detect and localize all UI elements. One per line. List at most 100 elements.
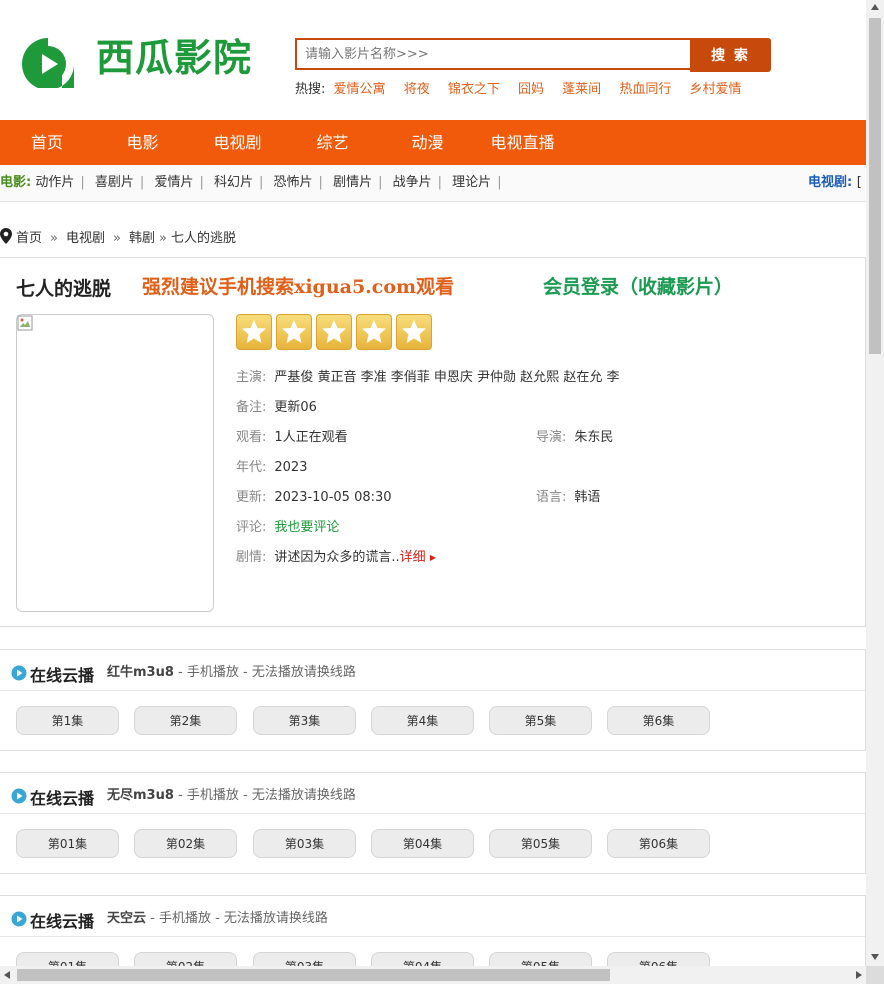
play-source: 无尽m3u8 - 手机播放 - 无法播放请换线路 <box>107 784 356 803</box>
vertical-scroll-thumb[interactable] <box>869 18 881 354</box>
episode-button[interactable]: 第2集 <box>134 706 237 735</box>
divider: | <box>259 175 264 190</box>
broken-image-icon <box>17 315 33 331</box>
info-plot: 剧情: 讲述因为众多的谎言..详细 ▶ <box>236 548 436 568</box>
hot-search-link[interactable]: 乡村爱情 <box>689 82 741 97</box>
star-icon[interactable] <box>316 314 352 350</box>
hot-search-link[interactable]: 蓬莱间 <box>562 82 601 97</box>
hot-search: 热搜: 爱情公寓 将夜 锦衣之下 囧妈 蓬莱间 热血同行 乡村爱情 <box>295 80 755 100</box>
episode-button[interactable]: 第3集 <box>253 706 356 735</box>
breadcrumb-link[interactable]: 电视剧 <box>66 231 105 246</box>
episode-button[interactable]: 第05集 <box>489 952 592 966</box>
play-section-header: 在线云播 红牛m3u8 - 手机播放 - 无法播放请换线路 <box>0 650 865 691</box>
episode-button[interactable]: 第06集 <box>607 952 710 966</box>
scroll-left-arrow-icon[interactable] <box>4 971 10 979</box>
episode-button[interactable]: 第04集 <box>371 829 474 858</box>
play-section-title: 在线云播 <box>30 912 95 931</box>
hot-search-link[interactable]: 囧妈 <box>518 82 544 97</box>
sub-nav-category: 电影: <box>0 175 32 190</box>
movie-poster[interactable] <box>16 314 214 612</box>
sub-nav-item[interactable]: 剧情片 <box>333 175 372 190</box>
info-label: 剧情: <box>236 550 267 565</box>
breadcrumb-separator: » <box>158 231 167 246</box>
logo-text: 西瓜影院 <box>96 36 253 80</box>
main-nav: 首页 电影 电视剧 综艺 动漫 电视直播 <box>0 120 866 165</box>
star-icon[interactable] <box>356 314 392 350</box>
sub-nav-item[interactable]: 战争片 <box>393 175 432 190</box>
play-section: 在线云播 无尽m3u8 - 手机播放 - 无法播放请换线路 第01集 第02集 … <box>0 772 866 874</box>
star-icon[interactable] <box>396 314 432 350</box>
star-rating[interactable] <box>236 314 436 354</box>
play-source: 红牛m3u8 - 手机播放 - 无法播放请换线路 <box>107 661 356 680</box>
episode-button[interactable]: 第03集 <box>253 952 356 966</box>
episode-button[interactable]: 第06集 <box>607 829 710 858</box>
scroll-up-arrow-icon[interactable] <box>871 4 879 10</box>
episode-button[interactable]: 第1集 <box>16 706 119 735</box>
comment-link[interactable]: 我也要评论 <box>274 520 339 535</box>
info-label: 年代: <box>236 460 267 475</box>
breadcrumb: 首页» 电视剧» 韩剧» 七人的逃脱 <box>0 228 236 246</box>
member-login-link[interactable]: 会员登录（收藏影片） <box>543 272 733 299</box>
episode-button[interactable]: 第5集 <box>489 706 592 735</box>
divider: | <box>139 175 145 190</box>
updated-value: 2023-10-05 08:30 <box>274 490 392 505</box>
search-bar: 搜 索 <box>295 38 771 72</box>
sub-nav-item[interactable]: 恐怖片 <box>274 175 313 190</box>
scroll-down-arrow-icon[interactable] <box>871 954 879 960</box>
nav-item-variety[interactable]: 综艺 <box>285 120 380 165</box>
info-label: 评论: <box>236 520 267 535</box>
sub-nav-item[interactable]: 动作片 <box>35 175 74 190</box>
nav-item-tv[interactable]: 电视剧 <box>190 120 285 165</box>
hot-search-link[interactable]: 将夜 <box>404 82 430 97</box>
plot-value: 讲述因为众多的谎言.. <box>274 550 400 565</box>
play-logo-icon <box>22 38 74 88</box>
nav-item-anime[interactable]: 动漫 <box>380 120 475 165</box>
play-source-name: 无尽m3u8 <box>107 788 174 803</box>
vertical-scrollbar[interactable] <box>866 0 884 966</box>
horizontal-scrollbar[interactable] <box>0 966 866 984</box>
sub-nav-item[interactable]: 爱情片 <box>154 175 193 190</box>
episode-button[interactable]: 第01集 <box>16 829 119 858</box>
divider: | <box>318 175 323 190</box>
scrollbar-corner <box>866 966 884 984</box>
episode-button[interactable]: 第01集 <box>16 952 119 966</box>
plot-more-link[interactable]: 详细 ▶ <box>400 550 436 565</box>
language-value: 韩语 <box>574 490 601 505</box>
scroll-right-arrow-icon[interactable] <box>856 971 862 979</box>
search-button[interactable]: 搜 索 <box>690 38 771 72</box>
breadcrumb-link[interactable]: 韩剧 <box>129 231 155 246</box>
promo-text: 强烈建议手机搜索xigua5.com观看 <box>142 276 455 298</box>
location-pin-icon <box>0 228 12 244</box>
divider: | <box>437 175 443 190</box>
breadcrumb-link[interactable]: 首页 <box>16 231 42 246</box>
hot-search-link[interactable]: 爱情公寓 <box>334 82 386 97</box>
episode-button[interactable]: 第02集 <box>134 829 237 858</box>
episode-button[interactable]: 第02集 <box>134 952 237 966</box>
horizontal-scroll-thumb[interactable] <box>17 969 610 981</box>
episode-button[interactable]: 第04集 <box>371 952 474 966</box>
episode-button[interactable]: 第03集 <box>253 829 356 858</box>
episode-button[interactable]: 第05集 <box>489 829 592 858</box>
nav-item-home[interactable]: 首页 <box>0 120 94 165</box>
episode-button[interactable]: 第6集 <box>607 706 710 735</box>
nav-item-movies[interactable]: 电影 <box>95 120 190 165</box>
episode-button[interactable]: 第4集 <box>371 706 474 735</box>
sub-nav: 电影: 动作片 | 喜剧片 | 爱情片 | 科幻片 | 恐怖片 | 剧情片 | 战争片 | 理… <box>0 165 866 202</box>
search-input[interactable] <box>295 38 703 70</box>
play-section-title: 在线云播 <box>30 666 95 685</box>
star-icon[interactable] <box>236 314 272 350</box>
star-icon[interactable] <box>276 314 312 350</box>
play-circle-icon <box>11 911 27 927</box>
hot-search-link[interactable]: 锦衣之下 <box>448 82 500 97</box>
info-comment: 评论: 我也要评论 <box>236 518 339 538</box>
sub-nav-item[interactable]: 理论片 <box>452 175 491 190</box>
sub-nav-item[interactable]: 科幻片 <box>214 175 253 190</box>
nav-item-live-tv[interactable]: 电视直播 <box>475 120 570 165</box>
play-source-suffix: - 手机播放 - 无法播放请换线路 <box>173 665 356 680</box>
site-logo[interactable]: 西瓜影院 <box>16 34 256 88</box>
plot-more-label: 详细 <box>399 550 426 565</box>
sub-nav-item[interactable]: 喜剧片 <box>95 175 134 190</box>
info-label: 备注: <box>236 400 267 415</box>
hot-search-link[interactable]: 热血同行 <box>619 82 671 97</box>
play-section: 在线云播 天空云 - 手机播放 - 无法播放请换线路 第01集 第02集 第03… <box>0 895 866 966</box>
